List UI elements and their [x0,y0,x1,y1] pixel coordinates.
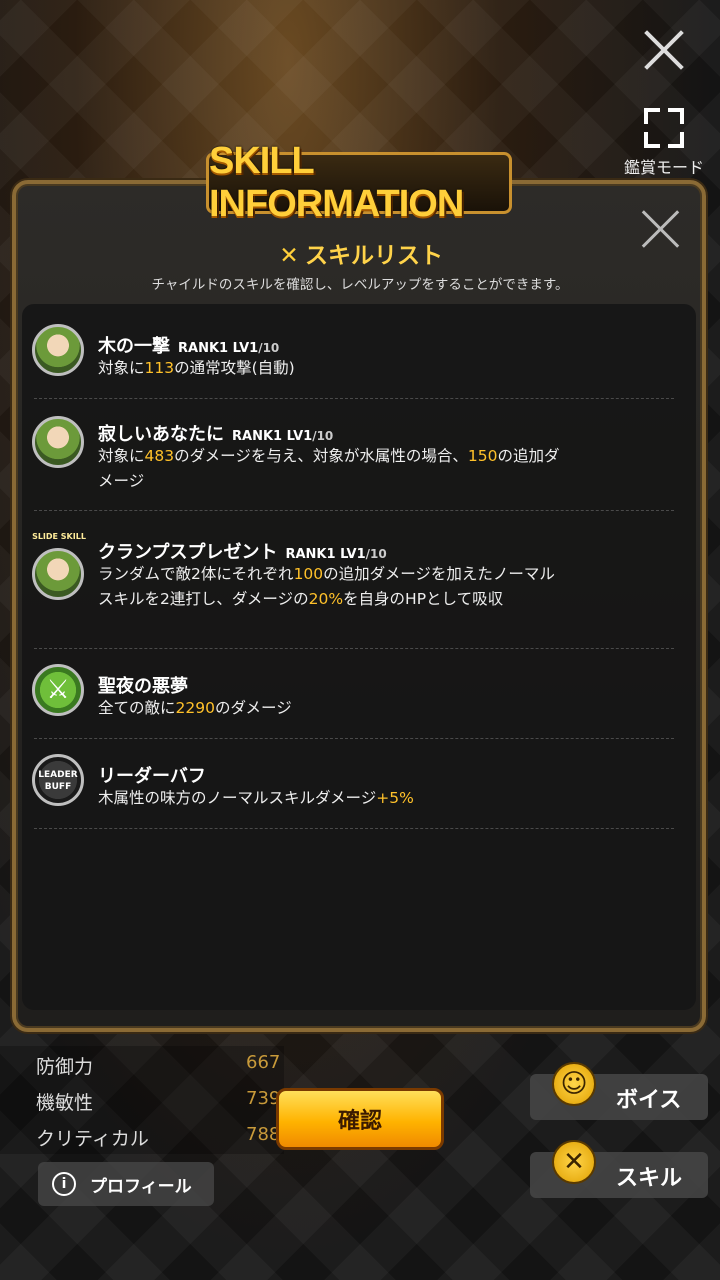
skill-name: 寂しいあなたに RANK1 LV1/10 [98,424,334,445]
skill-name: クランプスプレゼント RANK1 LV1/10 [98,542,387,563]
stat-row: クリティカル 788 [0,1118,284,1154]
skill-portrait-icon [32,416,84,468]
info-icon: i [52,1172,76,1196]
skill-icon: ✕ [552,1140,596,1184]
slide-skill-badge: SLIDE SKILL [32,532,86,541]
fullscreen-icon [644,108,684,148]
view-mode-button[interactable]: 鑑賞モード [612,108,716,178]
list-subtitle: チャイルドのスキルを確認し、レベルアップをすることができます。 [151,277,569,293]
list-title-text: スキルリスト [305,243,443,269]
divider [34,510,674,511]
skill-portrait-icon [32,324,84,376]
skill-portrait-icon [32,548,84,600]
banner-title: SKILL INFORMATION [209,140,464,225]
divider [34,398,674,399]
skill-name: リーダーバフ [98,766,206,787]
skill-desc: 対象に483のダメージを与え、対象が水属性の場合、150の追加ダメージ [98,447,560,490]
smiley-icon: ☺ [552,1062,596,1106]
skill-name: 聖夜の悪夢 [98,676,188,697]
panel-banner: SKILL INFORMATION [206,140,512,225]
profile-button[interactable]: i プロフィール [38,1162,214,1206]
skill-desc: ランダムで敵2体にそれぞれ100の追加ダメージを加えたノーマルスキルを2連打し、… [98,565,555,608]
divider [34,828,674,829]
divider [34,648,674,649]
skill-icon: ✕ [279,243,299,269]
leader-buff-icon: LEADER BUFF [32,754,84,806]
view-mode-label: 鑑賞モード [623,158,704,177]
stats-table: 防御力 667 機敏性 739 クリティカル 788 [0,1046,284,1154]
stat-row: 機敏性 739 [0,1082,284,1118]
skill-desc: 対象に113の通常攻撃(自動) [98,359,295,377]
skill-desc: 全ての敵に2290のダメージ [98,699,292,717]
crossed-swords-icon [32,664,84,716]
confirm-button[interactable]: 確認 [276,1088,444,1150]
skill-list[interactable]: 木の一撃 RANK1 LV1/10 対象に113の通常攻撃(自動) 寂しいあなたに… [22,304,696,1010]
divider [34,738,674,739]
close-icon[interactable] [640,26,688,74]
list-title: ✕ スキルリスト [0,236,720,270]
skill-button[interactable]: ✕ スキル [530,1140,708,1198]
skill-desc: 木属性の味方のノーマルスキルダメージ+5% [98,789,414,807]
voice-button[interactable]: ☺ ボイス [530,1062,708,1120]
stat-row: 防御力 667 [0,1046,284,1082]
skill-name: 木の一撃 RANK1 LV1/10 [98,336,280,357]
